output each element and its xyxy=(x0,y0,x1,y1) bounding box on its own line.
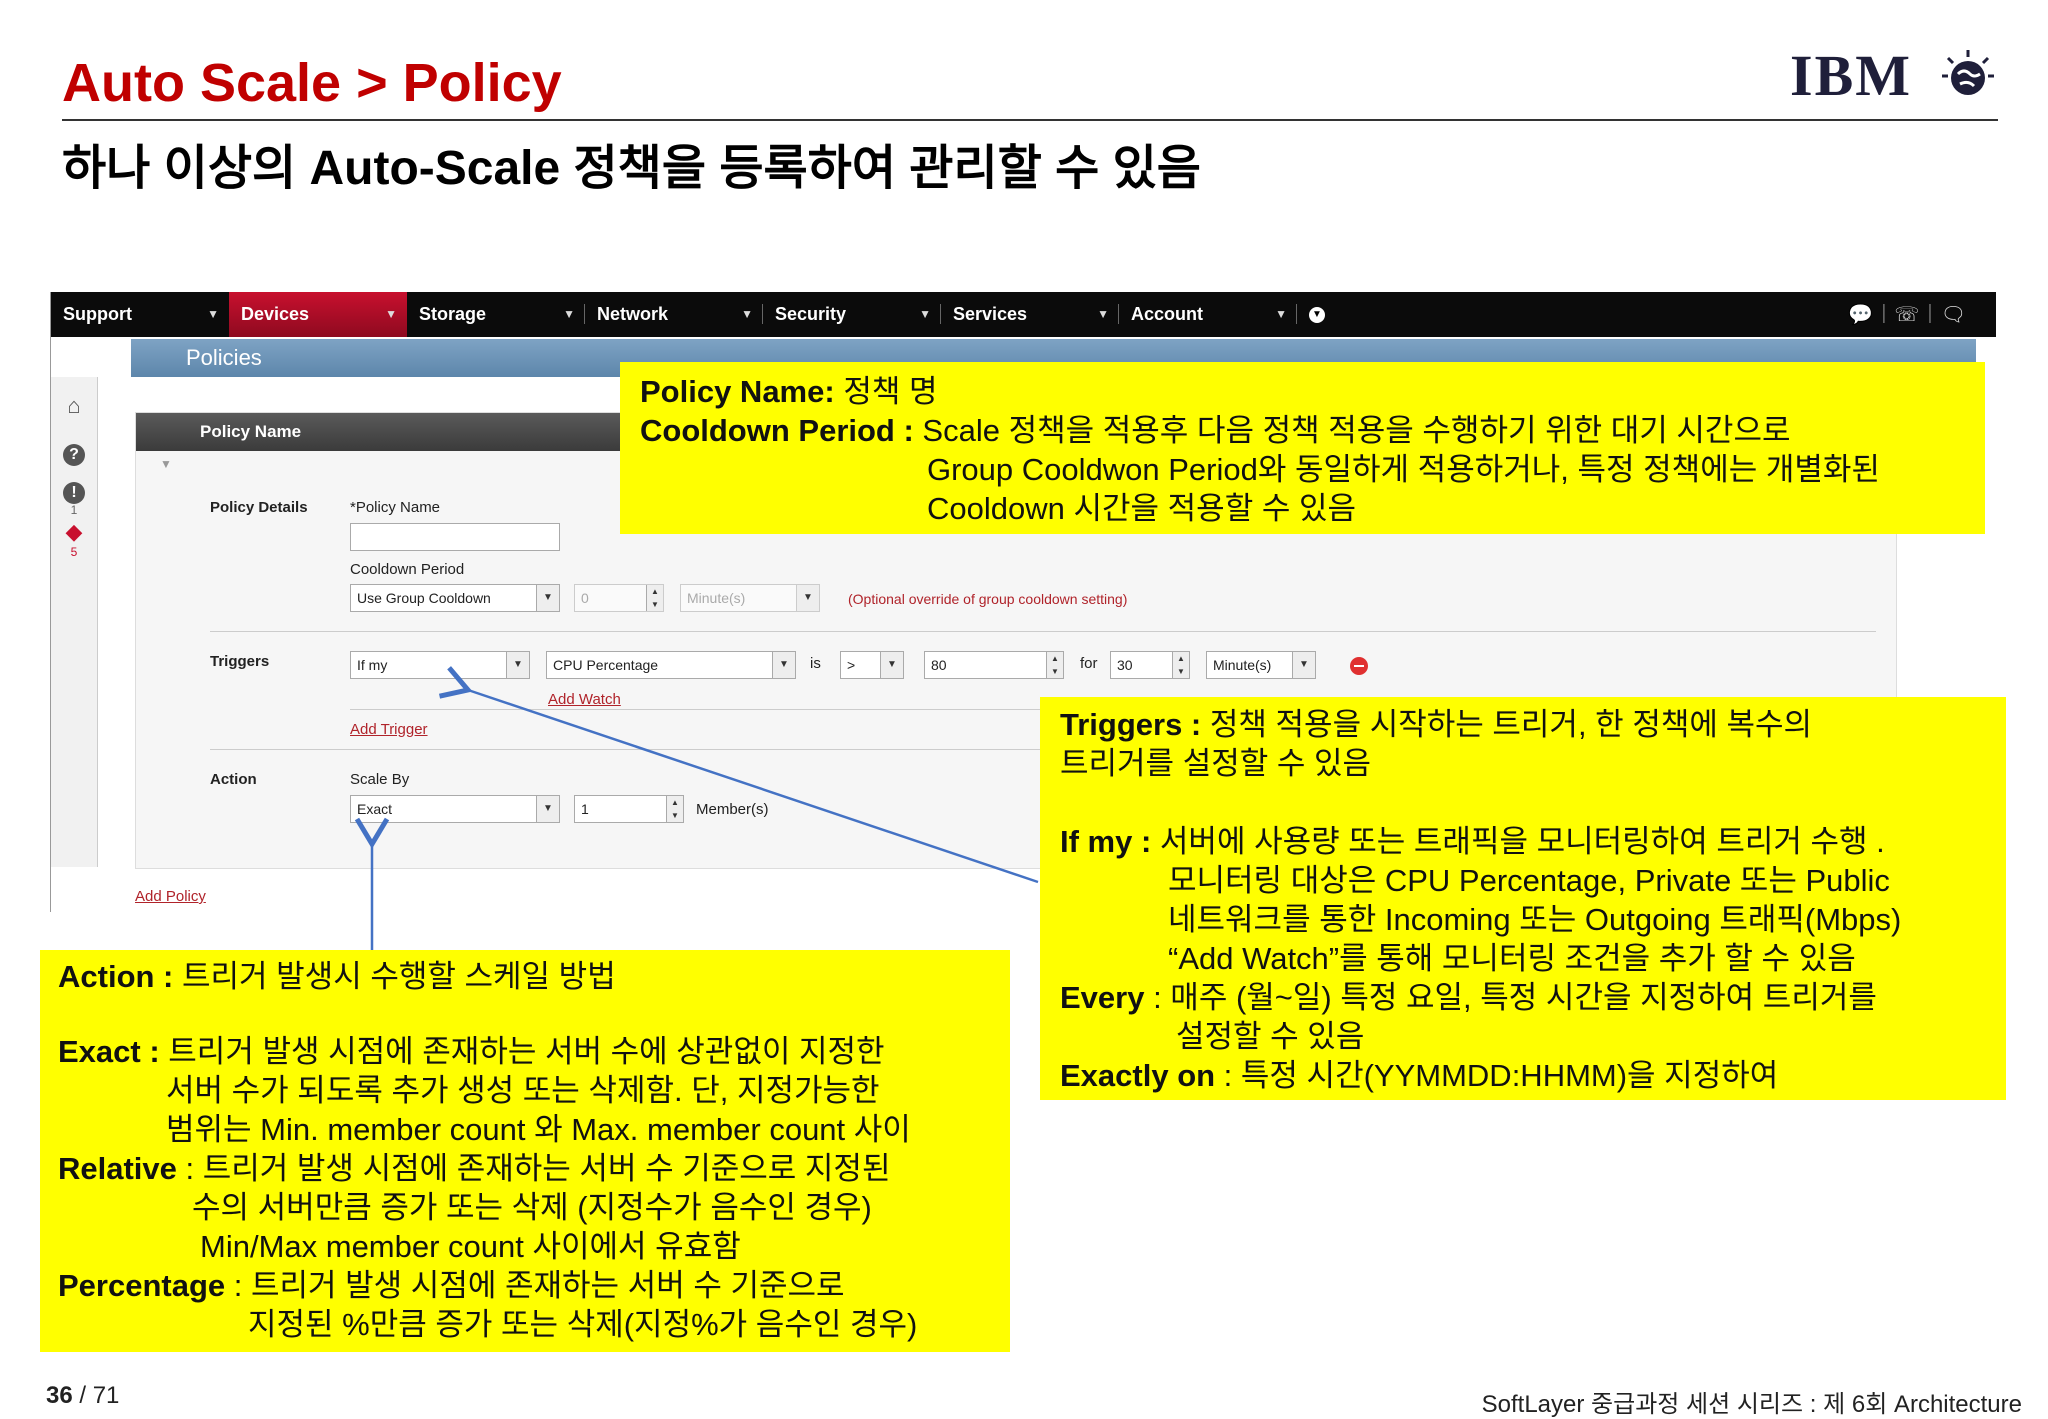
triggers-callout: Triggers : 정책 적용을 시작하는 트리거, 한 정책에 복수의 트리… xyxy=(1040,697,2006,1100)
series-footer: SoftLayer 중급과정 세션 시리즈 : 제 6회 Architectur… xyxy=(1481,1391,2022,1418)
triggers-arrow xyxy=(438,666,1039,884)
policy-callout: Policy Name: 정책 명 Cooldown Period : Scal… xyxy=(620,362,1985,534)
page-number: 36 / 71 xyxy=(46,1382,120,1409)
action-callout: Action : 트리거 발생시 수행할 스케일 방법 Exact : 트리거 … xyxy=(40,950,1010,1352)
